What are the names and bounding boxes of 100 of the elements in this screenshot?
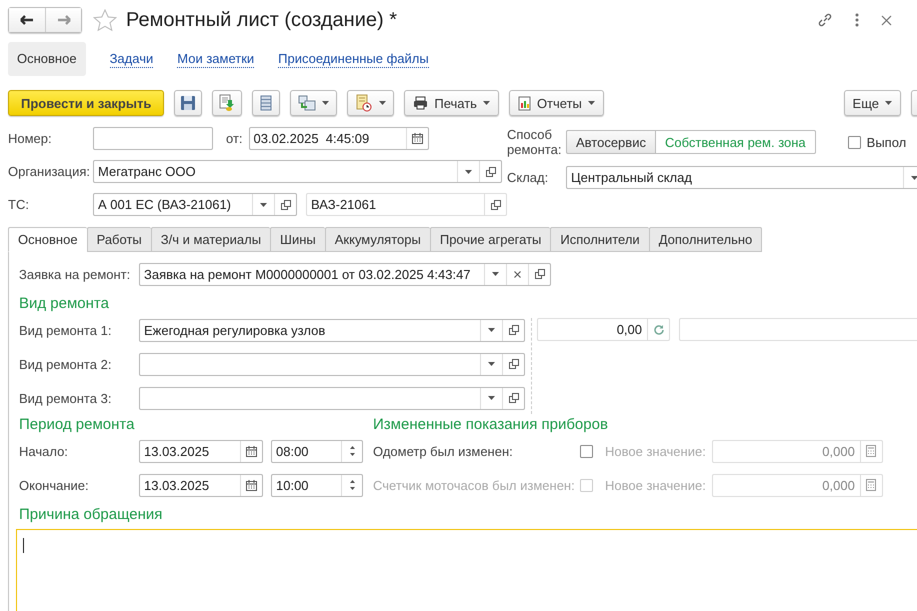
form-tab[interactable]: З/ч и материалы [150,227,270,252]
schedule-button[interactable] [347,90,394,116]
open-icon[interactable] [280,200,290,210]
amount-field[interactable]: 0,00 [537,318,670,341]
section-link[interactable]: Задачи [110,50,154,68]
back-button[interactable] [9,8,45,32]
repair-type-field[interactable] [139,352,525,376]
section-link[interactable]: Мои заметки [177,50,254,68]
spinner-icon[interactable] [348,478,356,492]
organization-field[interactable]: Мегатранс ООО [93,160,502,183]
repair-type-field[interactable]: Ежегодная регулировка узлов [139,318,525,342]
section-heading: Измененные показания приборов [373,416,609,435]
date-field[interactable]: 03.02.2025 4:45:09 [248,127,429,150]
section-heading: Причина обращения [19,506,164,525]
caret-icon [322,101,330,105]
reports-button[interactable]: Отчеты [508,90,604,116]
calendar-icon[interactable] [246,446,257,456]
caret-icon [379,101,386,105]
form-tab[interactable]: Шины [270,227,325,252]
save-button[interactable] [174,90,202,116]
caret-icon[interactable] [911,176,917,180]
number-field[interactable] [93,127,213,150]
section-link[interactable]: Присоединенные файлы [278,50,429,68]
forward-arrow-icon [56,15,70,25]
field-label: Номер: [8,131,53,146]
documents-icon [298,95,316,111]
time-field[interactable]: 08:00 [271,440,363,462]
field-label: Вид ремонта 3: [19,390,112,406]
open-icon[interactable] [508,359,518,369]
report-chart-icon [518,96,531,110]
caret-icon [482,101,490,105]
clear-icon[interactable] [514,270,521,278]
field-label: Вид ремонта 2: [19,356,112,372]
field-label: Новое значение: [605,478,706,492]
field-label: Организация: [8,164,92,179]
repair-method-option[interactable]: Собственная рем. зона [656,130,816,154]
caret-icon[interactable] [488,362,495,366]
open-icon[interactable] [508,393,518,403]
print-button[interactable]: Печать [404,90,499,116]
form-tab[interactable]: Основное [8,227,87,252]
post-and-close-button[interactable]: Провести и закрыть [8,90,164,116]
field-label: Склад: [507,170,550,185]
open-icon[interactable] [490,200,500,210]
caret-icon[interactable] [260,202,267,206]
section-heading: Период ремонта [19,416,136,435]
field-label: ТС: [8,197,30,212]
document-arrow-icon [218,94,236,112]
vehicle-field[interactable]: А 001 ЕС (ВАЗ-21061) [93,193,297,216]
field-label: Вид ремонта 1: [19,322,112,338]
calendar-icon[interactable] [412,133,423,144]
caret-icon [885,101,892,105]
form-tab[interactable]: Исполнители [550,227,649,252]
text-field[interactable] [679,318,917,341]
list-icon [260,95,272,111]
star-icon[interactable] [93,8,117,32]
more-button[interactable]: Еще [844,90,901,116]
time-field[interactable]: 10:00 [271,474,363,496]
field-label: Новое значение: [605,444,706,458]
field-label: Одометр был изменен: [373,444,514,458]
section-link[interactable]: Основное [8,42,86,76]
open-icon[interactable] [508,325,518,335]
create-based-on-button[interactable] [290,90,338,116]
calendar-icon[interactable] [246,480,257,490]
field-label: Окончание: [19,478,90,492]
post-button[interactable] [212,90,242,116]
calculator-icon[interactable] [866,445,876,457]
repair-method-option[interactable]: Автосервис [566,130,656,154]
close-icon[interactable] [881,14,892,26]
document-clock-icon [355,94,374,112]
field-label: Заявка на ремонт: [19,266,132,282]
refresh-icon[interactable] [652,324,664,336]
more-icon[interactable] [855,13,859,27]
calculator-icon[interactable] [866,479,876,491]
warehouse-field[interactable]: Центральный склад [566,166,917,189]
form-tab[interactable]: Работы [86,227,151,252]
form-tab[interactable]: Аккумуляторы [324,227,430,252]
spinner-icon[interactable] [348,444,356,458]
caret-icon[interactable] [488,328,495,332]
open-icon[interactable] [486,166,496,176]
field-label: Счетчик моточасов был изменен: [373,478,576,492]
date-field[interactable]: 13.03.2025 [139,474,263,496]
caret-icon[interactable] [492,272,499,276]
date-field[interactable]: 13.03.2025 [139,440,263,462]
caret-icon [588,101,595,105]
open-icon[interactable] [534,269,544,279]
form-tab[interactable]: Прочие агрегаты [430,227,550,252]
form-tab[interactable]: Дополнительно [648,227,762,252]
field-label: Способ ремонта: [507,127,562,157]
repair-type-field[interactable] [139,386,525,410]
repair-request-field[interactable]: Заявка на ремонт М0000000001 от 03.02.2025 4:43:47 [139,262,551,286]
list-button[interactable] [252,90,280,116]
field-label: Начало: [19,444,69,458]
new-value-field[interactable]: 0,000 [712,440,883,462]
caret-icon[interactable] [465,170,472,174]
model-field[interactable]: ВАЗ-21061 [306,193,507,216]
caret-icon[interactable] [488,396,495,400]
link-icon[interactable] [817,12,833,28]
checkbox[interactable] [580,444,593,458]
checkbox-label: Выпол [866,134,906,150]
done-checkbox[interactable] [848,136,861,148]
